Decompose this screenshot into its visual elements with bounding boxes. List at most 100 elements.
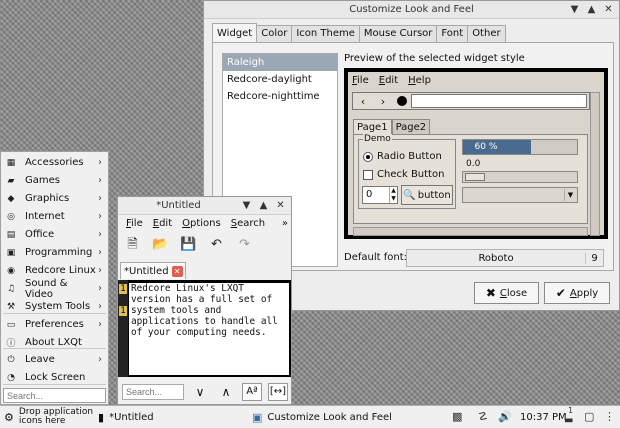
menu-item-games[interactable]: ▰ Games › <box>1 172 108 189</box>
radio-icon <box>363 151 373 162</box>
new-document-icon[interactable]: 🗎 <box>124 236 141 253</box>
network-icon[interactable]: ▩ <box>452 410 462 423</box>
desktop-switch-icon[interactable]: ▬ <box>564 415 573 426</box>
undo-icon[interactable]: ↶ <box>208 236 225 253</box>
preview-forward-icon[interactable]: › <box>373 95 393 108</box>
chevron-right-icon: › <box>98 247 102 258</box>
quicklaunch-drop-area[interactable]: ⚙ Drop application icons here <box>4 406 95 428</box>
editor-menu-file[interactable]: File <box>126 218 143 229</box>
tab-other[interactable]: Other <box>467 25 506 42</box>
preview-tab-page2[interactable]: Page2 <box>391 119 431 135</box>
apply-button[interactable]: ✔ Apply <box>544 282 610 304</box>
preview-horizontal-scrollbar[interactable] <box>353 227 588 236</box>
tab-icon-theme[interactable]: Icon Theme <box>291 25 360 42</box>
theme-item-redcore-nighttime[interactable]: Redcore-nighttime <box>223 88 337 105</box>
usb-icon[interactable]: ☡ <box>478 410 488 423</box>
task-button-untitled[interactable]: ▮ *Untitled <box>98 406 154 428</box>
demo-check-button[interactable]: Check Button <box>363 169 444 180</box>
chevron-right-icon: › <box>98 319 102 330</box>
open-folder-icon[interactable]: 📂 <box>152 236 169 253</box>
menu-item-accessories[interactable]: ▦ Accessories › <box>1 154 108 171</box>
demo-combo-box[interactable]: ▼ <box>462 187 578 203</box>
editor-tab-untitled[interactable]: *Untitled ✕ <box>120 262 186 279</box>
menu-item-leave[interactable]: ⏻ Leave › <box>1 351 108 368</box>
menu-item-label: System Tools <box>25 301 91 312</box>
editor-menu-edit[interactable]: Edit <box>153 218 172 229</box>
menu-item-label: Preferences <box>25 319 84 330</box>
tab-close-icon[interactable]: ✕ <box>171 265 183 277</box>
whole-word-button[interactable]: [↔] <box>268 382 288 401</box>
drop-icon: ⚙ <box>4 410 14 424</box>
close-icon[interactable]: ✕ <box>274 199 287 212</box>
minimize-icon[interactable]: ▼ <box>240 199 253 212</box>
minimize-icon[interactable]: ▼ <box>568 3 581 16</box>
preview-record-icon[interactable] <box>397 96 407 106</box>
preview-menu-help[interactable]: Help <box>408 75 431 86</box>
spin-arrows-icon[interactable]: ▲ ▼ <box>389 187 397 203</box>
demo-radio-button[interactable]: Radio Button <box>363 151 442 162</box>
preview-menu-file[interactable]: File <box>352 75 369 86</box>
games-icon: ▰ <box>7 175 15 186</box>
tab-color[interactable]: Color <box>256 25 293 42</box>
save-icon[interactable]: 💾 <box>180 236 197 253</box>
tab-mouse-cursor[interactable]: Mouse Cursor <box>358 25 438 42</box>
tab-widget[interactable]: Widget <box>212 23 258 42</box>
theme-item-raleigh[interactable]: Raleigh <box>223 54 337 71</box>
task-button-customize[interactable]: ▣ Customize Look and Feel <box>252 406 392 428</box>
menu-item-programming[interactable]: ▣ Programming › <box>1 244 108 261</box>
clf-titlebar[interactable]: Customize Look and Feel ▼ ▲ ✕ <box>204 1 619 19</box>
demo-progress-bar: 60 % <box>462 139 578 155</box>
match-case-button[interactable]: Aª <box>242 382 262 401</box>
menu-item-preferences[interactable]: ▭ Preferences › <box>1 316 108 333</box>
maximize-icon[interactable]: ▲ <box>257 199 270 212</box>
menu-search-input[interactable] <box>3 388 106 403</box>
menu-item-sound-video[interactable]: ♫ Sound & Video › <box>1 277 108 300</box>
editor-search-input[interactable] <box>122 383 184 400</box>
theme-item-redcore-daylight[interactable]: Redcore-daylight <box>223 71 337 88</box>
editor-menubar: File Edit Options Search <box>126 218 265 229</box>
chevron-down-icon[interactable]: ∨ <box>190 385 210 399</box>
demo-spin-button[interactable]: 0 ▲ ▼ <box>362 186 398 204</box>
preview-tab-page1[interactable]: Page1 <box>353 119 392 135</box>
taskbar: ⚙ Drop application icons here ▮ *Untitle… <box>0 405 620 428</box>
clock[interactable]: 10:37 PM <box>520 406 567 428</box>
editor-menu-options[interactable]: Options <box>182 218 221 229</box>
chevron-right-icon: › <box>98 211 102 222</box>
tab-font[interactable]: Font <box>436 25 469 42</box>
editor-menu-search[interactable]: Search <box>231 218 265 229</box>
editor-titlebar[interactable]: *Untitled ▼ ▲ ✕ <box>118 197 291 215</box>
menu-item-label: Sound & Video <box>25 277 68 300</box>
editor-content[interactable]: Redcore Linux's LXQT version has a full … <box>129 283 289 375</box>
preview-back-icon[interactable]: ‹ <box>353 95 373 108</box>
menu-item-office[interactable]: ▤ Office › <box>1 226 108 243</box>
chevron-right-icon: › <box>98 157 102 168</box>
preferences-icon: ▭ <box>6 319 16 330</box>
panel-menu-icon[interactable]: ⋮ <box>604 410 615 423</box>
preview-menu-edit[interactable]: Edit <box>379 75 398 86</box>
chevron-down-icon[interactable]: ▼ <box>564 189 576 201</box>
preview-entry[interactable] <box>411 94 587 108</box>
menu-item-graphics[interactable]: ◆ Graphics › <box>1 190 108 207</box>
default-font-button[interactable]: Roboto 9 <box>406 249 604 267</box>
show-desktop-icon[interactable]: ▢ <box>584 410 594 423</box>
maximize-icon[interactable]: ▲ <box>585 3 598 16</box>
chevron-up-icon[interactable]: ∧ <box>216 385 236 399</box>
sound-video-icon: ♫ <box>6 283 16 294</box>
redo-icon[interactable]: ↷ <box>236 236 253 253</box>
menu-item-internet[interactable]: ◎ Internet › <box>1 208 108 225</box>
menu-item-redcore-linux[interactable]: ◉ Redcore Linux › <box>1 262 108 279</box>
menu-item-label: Games <box>25 175 60 186</box>
menu-overflow-icon[interactable]: » <box>282 218 288 229</box>
scale-value: 0.0 <box>466 159 481 169</box>
close-x-icon: ✖ <box>485 286 496 300</box>
demo-button[interactable]: 🔍 button <box>401 185 453 205</box>
menu-separator <box>3 313 106 314</box>
preview-vertical-scrollbar[interactable] <box>590 92 600 236</box>
chevron-right-icon: › <box>98 283 102 294</box>
close-icon[interactable]: ✕ <box>602 3 615 16</box>
close-button[interactable]: ✖ Close <box>474 282 539 304</box>
volume-icon[interactable]: 🔊 <box>498 410 512 423</box>
slider-handle[interactable] <box>465 173 485 181</box>
editor-text-area[interactable]: 1 1 Redcore Linux's LXQT version has a f… <box>118 280 291 377</box>
demo-slider[interactable] <box>462 171 578 183</box>
